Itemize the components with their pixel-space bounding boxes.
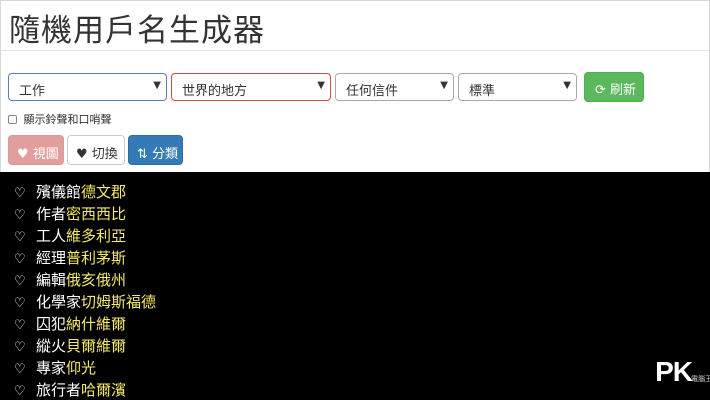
region-select[interactable]: 世界的地方 ▼ [171, 73, 331, 101]
occupation-select-value: 工作 [19, 84, 46, 99]
results-list: ♡ 殯儀館德文郡 ♡ 作者密西西比 ♡ 工人維多利亞 ♡ 經理普利茅斯 ♡ 編輯俄亥俄州 … [14, 182, 156, 400]
result-prefix: 旅行者 [36, 381, 82, 399]
heart-outline-icon[interactable]: ♡ [14, 250, 28, 270]
initial-letter-select-value: 任何信件 [346, 84, 399, 99]
result-prefix: 縱火 [36, 337, 67, 355]
results-panel: ♡ 殯儀館德文郡 ♡ 作者密西西比 ♡ 工人維多利亞 ♡ 經理普利茅斯 ♡ 編輯俄亥俄州 … [0, 172, 710, 400]
refresh-label: 刷新 [610, 83, 637, 98]
chevron-down-icon: ▼ [440, 80, 448, 91]
page-title: 隨機用戶名生成器 [9, 13, 265, 49]
list-item[interactable]: ♡ 旅行者哈爾濱 [14, 380, 156, 400]
view-label: 視圖 [32, 147, 59, 162]
heart-outline-icon[interactable]: ♡ [14, 206, 28, 226]
list-item[interactable]: ♡ 工人維多利亞 [14, 226, 156, 248]
result-prefix: 經理 [36, 249, 67, 267]
result-name: 貝爾維爾 [66, 337, 127, 355]
refresh-icon: ⟳ [595, 83, 606, 98]
occupation-select[interactable]: 工作 ▼ [8, 73, 167, 101]
list-item[interactable]: ♡ 編輯俄亥俄州 [14, 270, 156, 292]
result-prefix: 囚犯 [36, 315, 67, 333]
result-name: 德文郡 [81, 183, 127, 201]
watermark-logo: PK 電腦王阿達 [655, 356, 710, 388]
heart-outline-icon[interactable]: ♡ [14, 382, 28, 400]
list-item[interactable]: ♡ 殯儀館德文郡 [14, 182, 156, 204]
sort-button[interactable]: ⇅ 分類 [128, 135, 183, 165]
result-name: 切姆斯福德 [81, 293, 157, 311]
view-button[interactable]: ♥ 視圖 [8, 135, 64, 165]
control-panel: 隨機用戶名生成器 工作 ▼ 世界的地方 ▼ 任何信件 ▼ 標準 ▼ ⟳ 刷新 顯… [0, 0, 710, 172]
divider [1, 50, 709, 51]
heart-outline-icon[interactable]: ♡ [14, 338, 28, 358]
result-prefix: 專家 [36, 359, 67, 377]
watermark-sub-text: 電腦王阿達 [691, 376, 710, 383]
sort-icon: ⇅ [137, 147, 148, 162]
sort-label: 分類 [152, 147, 179, 162]
result-name: 納什維爾 [66, 315, 127, 333]
chevron-down-icon: ▼ [153, 80, 161, 91]
heart-outline-icon[interactable]: ♡ [14, 360, 28, 380]
result-name: 普利茅斯 [66, 249, 127, 267]
heart-outline-icon[interactable]: ♡ [14, 294, 28, 314]
chevron-down-icon: ▼ [563, 80, 571, 91]
watermark-logo-text: PK [655, 356, 693, 387]
heart-outline-icon[interactable]: ♡ [14, 184, 28, 204]
heart-icon: ♥ [17, 147, 29, 162]
list-item[interactable]: ♡ 縱火貝爾維爾 [14, 336, 156, 358]
list-item[interactable]: ♡ 化學家切姆斯福德 [14, 292, 156, 314]
bells-whistles-label: 顯示鈴聲和口哨聲 [23, 113, 112, 126]
region-select-value: 世界的地方 [182, 84, 248, 99]
initial-letter-select[interactable]: 任何信件 ▼ [335, 73, 454, 101]
bells-whistles-checkbox[interactable] [8, 115, 17, 124]
result-name: 哈爾濱 [81, 381, 127, 399]
result-name: 俄亥俄州 [66, 271, 127, 289]
list-item[interactable]: ♡ 專家仰光 [14, 358, 156, 380]
result-name: 密西西比 [66, 205, 127, 223]
list-item[interactable]: ♡ 經理普利茅斯 [14, 248, 156, 270]
list-item[interactable]: ♡ 囚犯納什維爾 [14, 314, 156, 336]
heart-outline-icon[interactable]: ♡ [14, 272, 28, 292]
heart-outline-icon[interactable]: ♡ [14, 228, 28, 248]
refresh-button[interactable]: ⟳ 刷新 [584, 72, 644, 102]
toggle-button[interactable]: ♥ 切換 [67, 135, 125, 165]
toggle-label: 切換 [91, 147, 118, 162]
result-prefix: 工人 [36, 227, 67, 245]
result-prefix: 化學家 [36, 293, 82, 311]
list-item[interactable]: ♡ 作者密西西比 [14, 204, 156, 226]
result-prefix: 作者 [36, 205, 67, 223]
bells-whistles-option[interactable]: 顯示鈴聲和口哨聲 [8, 111, 112, 127]
result-name: 維多利亞 [66, 227, 127, 245]
heart-icon: ♥ [76, 147, 88, 162]
chevron-down-icon: ▼ [317, 80, 325, 91]
style-select-value: 標準 [469, 84, 496, 99]
style-select[interactable]: 標準 ▼ [458, 73, 577, 101]
result-prefix: 殯儀館 [36, 183, 82, 201]
result-prefix: 編輯 [36, 271, 67, 289]
heart-outline-icon[interactable]: ♡ [14, 316, 28, 336]
result-name: 仰光 [66, 359, 97, 377]
